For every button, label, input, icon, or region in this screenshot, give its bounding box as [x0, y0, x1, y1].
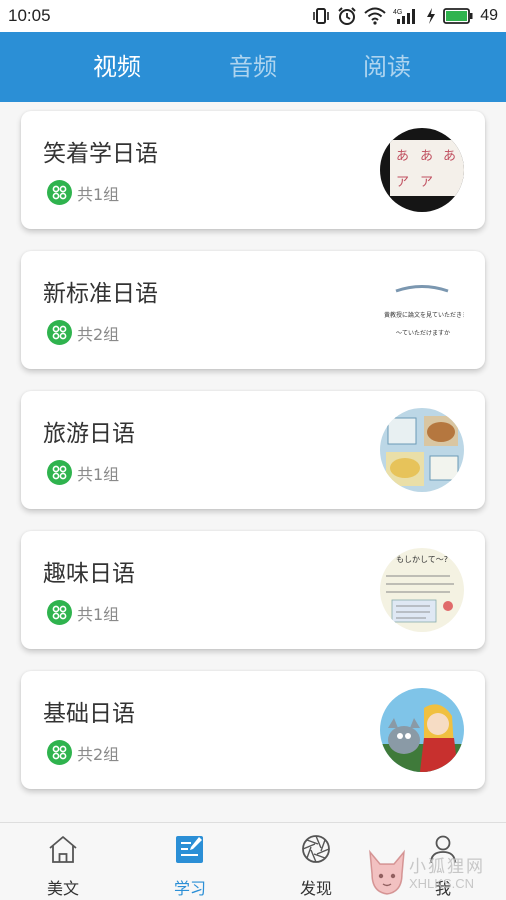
course-card[interactable]: 趣味日语 共1组 もしかして～?: [21, 531, 485, 649]
nav-item-discover[interactable]: 发现: [266, 823, 366, 900]
status-icons: 4G 49: [312, 6, 498, 26]
group-count: 共1组: [77, 184, 120, 204]
alarm-icon: [338, 7, 356, 25]
battery-level: 49: [480, 7, 498, 24]
course-meta: 共2组: [47, 740, 119, 765]
kana-chart-thumbnail: あ あ あ ア ア: [380, 128, 464, 212]
text-slide-thumbnail: 黄教授に論文を見ていただきまし ～ていただけますか: [380, 268, 464, 352]
course-title: 新标准日语: [43, 281, 158, 307]
course-title: 旅游日语: [43, 421, 135, 447]
person-icon: [430, 835, 456, 864]
group-grid-icon: [47, 460, 72, 485]
aperture-icon: [302, 835, 330, 863]
vibrate-icon: [313, 8, 330, 24]
course-list: 笑着学日语 共1组 あ あ あ ア ア 新标准日语 共2组 黄教授に論文を見てい…: [0, 102, 506, 822]
course-card[interactable]: 基础日语 共2组: [21, 671, 485, 789]
anime-girl-thumbnail: [380, 688, 464, 772]
nav-item-study[interactable]: 学习: [140, 823, 240, 900]
group-grid-icon: [47, 180, 72, 205]
slide-line-2: ～ていただけますか: [396, 330, 450, 337]
home-icon: [49, 836, 77, 863]
battery-indicator: [443, 8, 473, 24]
course-meta: 共1组: [47, 600, 119, 625]
course-meta: 共2组: [47, 320, 119, 345]
battery-icon: [443, 8, 473, 24]
group-grid-icon: [47, 600, 72, 625]
course-card[interactable]: 旅游日语 共1组: [21, 391, 485, 509]
tab-audio[interactable]: 音频: [229, 32, 277, 102]
bottom-navigation: 美文 学习 发现 我: [0, 822, 506, 900]
wifi-icon: [364, 7, 386, 25]
group-count: 共1组: [77, 464, 120, 484]
group-grid-icon: [47, 320, 72, 345]
group-grid-icon: [47, 740, 72, 765]
nav-item-meiwen[interactable]: 美文: [13, 823, 113, 900]
nav-label: 发现: [299, 879, 332, 898]
dialogue-title: もしかして～?: [396, 555, 448, 564]
kana-a-1: あ: [396, 149, 409, 164]
status-bar: 10:05 4G 49: [0, 0, 506, 32]
status-time: 10:05: [8, 6, 51, 25]
nav-label: 学习: [173, 879, 206, 898]
group-count: 共2组: [77, 324, 120, 344]
course-meta: 共1组: [47, 180, 119, 205]
nav-item-me[interactable]: 我: [393, 823, 493, 900]
slide-line-1: 黄教授に論文を見ていただきまし: [384, 311, 464, 319]
course-meta: 共1组: [47, 460, 119, 485]
edit-note-icon: [176, 836, 203, 863]
tab-video[interactable]: 视频: [93, 32, 141, 102]
course-title: 基础日语: [43, 701, 135, 727]
nav-label: 我: [434, 879, 451, 898]
kana-ka-2: ア: [420, 175, 433, 190]
food-menu-thumbnail: [380, 408, 464, 492]
course-card[interactable]: 新标准日语 共2组 黄教授に論文を見ていただきまし ～ていただけますか: [21, 251, 485, 369]
svg-text:4G: 4G: [393, 9, 402, 16]
group-count: 共2组: [77, 744, 120, 764]
course-title: 趣味日语: [43, 561, 135, 587]
nav-label: 美文: [46, 879, 79, 898]
course-card[interactable]: 笑着学日语 共1组 あ あ あ ア ア: [21, 111, 485, 229]
dialogue-card-thumbnail: もしかして～?: [380, 548, 464, 632]
course-title: 笑着学日语: [43, 141, 158, 167]
signal-icon: 4G: [393, 9, 416, 24]
kana-a-3: あ: [443, 149, 456, 164]
kana-ka-1: ア: [396, 175, 409, 190]
charging-icon: [427, 8, 436, 24]
content-type-tabs: 视频 音频 阅读: [0, 32, 506, 102]
tab-reading[interactable]: 阅读: [363, 32, 411, 102]
kana-a-2: あ: [420, 149, 433, 164]
group-count: 共1组: [77, 604, 120, 624]
